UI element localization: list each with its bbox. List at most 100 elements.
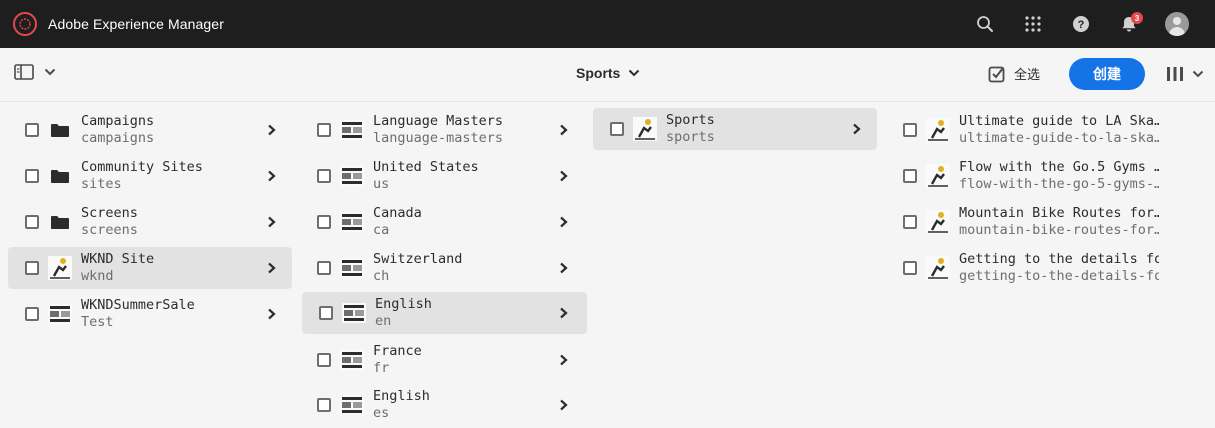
list-item-english-es[interactable]: English es [300,384,586,426]
page-thumbnail-icon [340,348,364,372]
rail-toggle-button[interactable] [14,64,56,80]
column-3: Sports sports [585,103,878,428]
list-item-language-masters[interactable]: Language Masters language-masters [300,109,586,151]
page-thumbnail-icon [340,210,364,234]
chevron-right-icon[interactable] [559,124,569,136]
item-checkbox[interactable] [317,398,331,412]
chevron-right-icon[interactable] [559,170,569,182]
column-4: Ultimate guide to LA Ska… ultimate-guide… [878,103,1215,428]
column-2: Language Masters language-masters United… [292,103,587,428]
item-name: flow-with-the-go-5-gyms-… [959,176,1159,192]
item-name: us [373,176,390,192]
shell-actions: ? 3 [961,0,1201,48]
page-thumbnail-icon [340,118,364,142]
view-switcher-button[interactable] [1166,66,1204,82]
select-all-label: 全选 [1014,67,1041,82]
item-checkbox[interactable] [25,215,39,229]
help-button[interactable]: ? [1057,0,1105,48]
list-item-united-states[interactable]: United States us [300,155,586,197]
user-profile-button[interactable] [1153,0,1201,48]
item-checkbox[interactable] [903,123,917,137]
item-checkbox[interactable] [610,122,624,136]
item-title: Flow with the Go.5 Gyms … [959,159,1159,175]
list-item-article[interactable]: Flow with the Go.5 Gyms … flow-with-the-… [886,155,1208,197]
column-view-icon [1167,67,1183,81]
chevron-right-icon[interactable] [559,399,569,411]
item-checkbox[interactable] [25,261,39,275]
item-title: Ultimate guide to LA Ska… [959,113,1159,129]
item-checkbox[interactable] [317,353,331,367]
svg-text:?: ? [1078,19,1085,31]
chevron-right-icon[interactable] [559,307,569,319]
chevron-right-icon[interactable] [852,123,862,135]
item-name: en [375,313,392,329]
item-title: United States [373,159,479,175]
item-checkbox[interactable] [319,306,333,320]
item-texts: Screens screens [81,205,256,239]
item-title: Canada [373,205,422,221]
chevron-right-icon[interactable] [267,124,277,136]
chevron-right-icon[interactable] [267,308,277,320]
item-checkbox[interactable] [317,215,331,229]
chevron-right-icon[interactable] [267,170,277,182]
list-item-campaigns[interactable]: Campaigns campaigns [8,109,292,151]
item-title: Getting to the details for [959,251,1159,267]
item-checkbox[interactable] [25,307,39,321]
item-texts: Mountain Bike Routes for… mountain-bike-… [959,205,1159,239]
item-title: Community Sites [81,159,203,175]
adobe-logo-icon [13,12,37,36]
column-1: Campaigns campaigns Community Sites site… [0,103,292,428]
item-checkbox[interactable] [903,215,917,229]
item-texts: United States us [373,159,553,193]
list-item-article[interactable]: Ultimate guide to LA Ska… ultimate-guide… [886,109,1208,151]
list-item-english[interactable]: English en [302,292,587,334]
chevron-right-icon[interactable] [267,262,277,274]
item-checkbox[interactable] [317,169,331,183]
item-name: ultimate-guide-to-la-ska… [959,130,1159,146]
list-item-screens[interactable]: Screens screens [8,201,292,243]
search-button[interactable] [961,0,1009,48]
skater-thumbnail-icon [48,256,72,280]
item-name: ch [373,268,390,284]
item-checkbox[interactable] [903,169,917,183]
item-texts: Canada ca [373,205,553,239]
item-checkbox[interactable] [25,169,39,183]
item-name: language-masters [373,130,504,146]
create-button[interactable]: 创建 [1069,58,1145,90]
item-title: WKNDSummerSale [81,297,195,313]
item-name: screens [81,222,138,238]
item-checkbox[interactable] [903,261,917,275]
list-item-article[interactable]: Mountain Bike Routes for… mountain-bike-… [886,201,1208,243]
notifications-button[interactable]: 3 [1105,0,1153,48]
list-item-canada[interactable]: Canada ca [300,201,586,243]
solutions-button[interactable] [1009,0,1057,48]
item-checkbox[interactable] [317,123,331,137]
chevron-right-icon[interactable] [559,354,569,366]
folder-icon [48,210,72,234]
item-checkbox[interactable] [317,261,331,275]
item-title: France [373,343,422,359]
brand-home-link[interactable]: Adobe Experience Manager [13,12,224,36]
chevron-right-icon[interactable] [267,216,277,228]
list-item-wkndsummersale[interactable]: WKNDSummerSale Test [8,293,292,335]
breadcrumb-dropdown[interactable]: Sports [576,65,640,81]
list-item-community-sites[interactable]: Community Sites sites [8,155,292,197]
item-texts: Flow with the Go.5 Gyms … flow-with-the-… [959,159,1159,193]
item-title: WKND Site [81,251,155,267]
list-item-wknd-site[interactable]: WKND Site wknd [8,247,292,289]
item-name: mountain-bike-routes-for… [959,222,1159,238]
app-title: Adobe Experience Manager [48,16,224,32]
list-item-article[interactable]: Getting to the details for getting-to-th… [886,247,1208,289]
item-texts: WKND Site wknd [81,251,256,285]
list-item-switzerland[interactable]: Switzerland ch [300,247,586,289]
chevron-right-icon[interactable] [559,216,569,228]
action-bar: Sports 全选 创建 [0,48,1215,102]
list-item-france[interactable]: France fr [300,339,586,381]
page-thumbnail-icon [342,301,366,325]
item-texts: Switzerland ch [373,251,553,285]
skater-thumbnail-icon [926,164,950,188]
list-item-sports[interactable]: Sports sports [593,108,877,150]
select-all-button[interactable]: 全选 [988,64,1040,83]
chevron-right-icon[interactable] [559,262,569,274]
item-checkbox[interactable] [25,123,39,137]
